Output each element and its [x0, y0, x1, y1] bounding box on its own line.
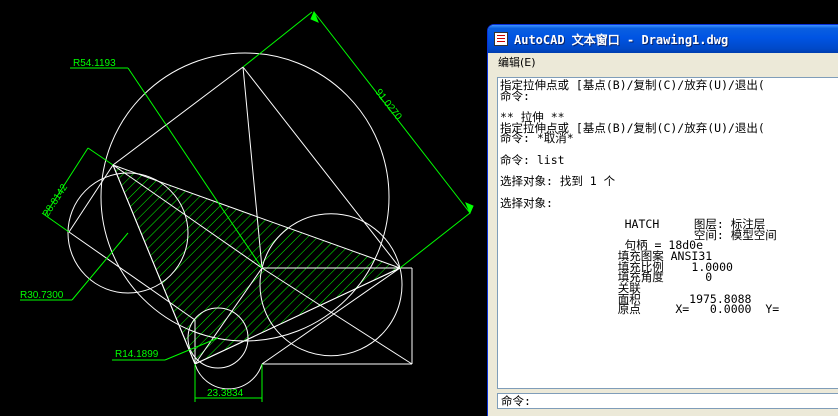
history-line: 原点 X= 0.0000 Y= — [500, 302, 780, 317]
autocad-text-window-icon[interactable] — [494, 32, 508, 46]
dimensions[interactable] — [20, 10, 474, 402]
dim-aligned-28: 28.8142 — [41, 182, 70, 219]
history-line: 选择对象: 找到 1 个 — [500, 174, 616, 189]
menu-bar: 编辑(E) — [488, 53, 838, 71]
command-prompt: 命令: — [501, 394, 531, 408]
history-line: 命令: *取消* — [500, 131, 574, 146]
dim-linear-23: 23.3834 — [207, 388, 244, 399]
dim-radius-54: R54.1193 — [73, 58, 116, 69]
dim-aligned-91: 91.0270 — [373, 87, 404, 123]
menu-edit[interactable]: 编辑(E) — [498, 54, 536, 70]
dim-radius-14: R14.1899 — [115, 349, 159, 360]
history-line: 命令: list — [500, 152, 565, 167]
command-input[interactable]: 命令: — [497, 393, 838, 409]
command-history[interactable]: 指定拉伸点或 [基点(B)/复制(C)/放弃(U)/退出( 命令: ** 拉伸 … — [497, 77, 838, 389]
dim-radius-30: R30.7300 — [20, 290, 64, 301]
history-line: 选择对象: — [500, 195, 553, 210]
history-line: 指定拉伸点或 [基点(B)/复制(C)/放弃(U)/退出( — [500, 78, 765, 92]
text-window[interactable]: AutoCAD 文本窗口 - Drawing1.dwg 编辑(E) 指定拉伸点或… — [487, 24, 838, 416]
window-titlebar[interactable]: AutoCAD 文本窗口 - Drawing1.dwg — [488, 25, 838, 53]
window-title: AutoCAD 文本窗口 - Drawing1.dwg — [514, 32, 729, 47]
history-line: 命令: — [500, 88, 530, 103]
